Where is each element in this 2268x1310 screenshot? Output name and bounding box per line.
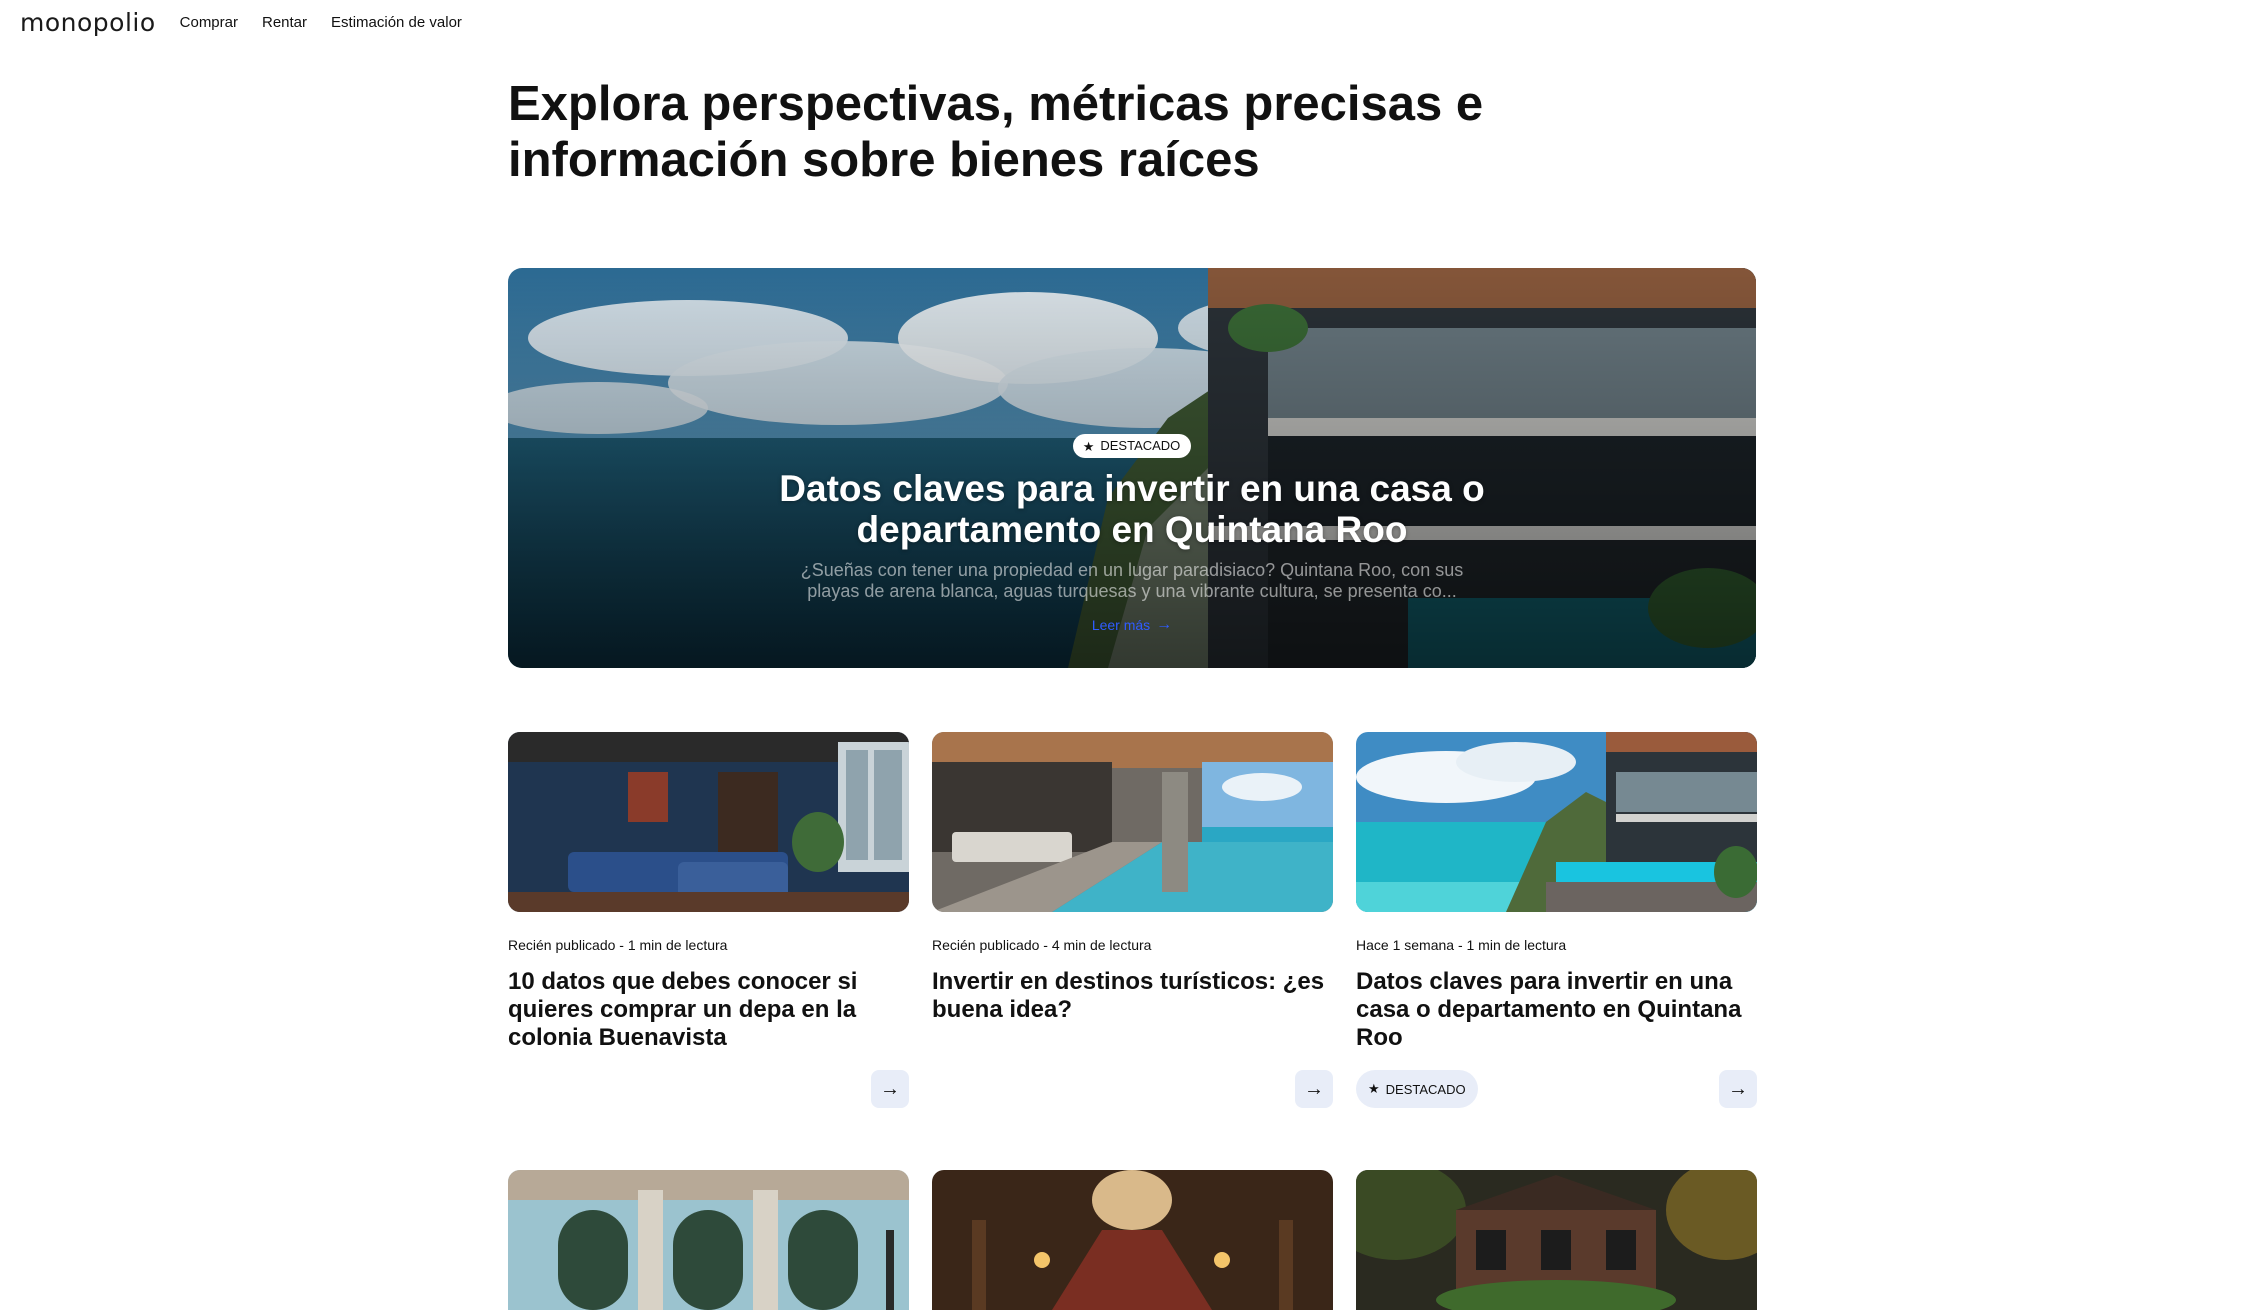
nav-link-rentar[interactable]: Rentar bbox=[262, 15, 307, 30]
article-image bbox=[932, 1170, 1333, 1310]
article-card[interactable]: Hace 1 semana - 1 min de lectura Datos c… bbox=[1356, 732, 1757, 1108]
article-meta: Recién publicado - 4 min de lectura bbox=[932, 937, 1152, 953]
article-card[interactable]: Recién publicado - 4 min de lectura Inve… bbox=[932, 732, 1333, 1108]
article-image bbox=[1356, 1170, 1757, 1310]
nav-link-estimacion[interactable]: Estimación de valor bbox=[331, 15, 462, 30]
article-title[interactable]: Invertir en destinos turísticos: ¿es bue… bbox=[932, 968, 1333, 1024]
arrow-right-icon: → bbox=[1156, 616, 1173, 633]
hero-excerpt: ¿Sueñas con tener una propiedad en un lu… bbox=[800, 560, 1464, 601]
article-image bbox=[1356, 732, 1757, 912]
logo[interactable]: monopolio bbox=[20, 10, 156, 35]
arrow-right-icon: → bbox=[1728, 1077, 1748, 1100]
card-footer: ★ DESTACADO → bbox=[1356, 1070, 1757, 1108]
nav-link-comprar[interactable]: Comprar bbox=[180, 15, 238, 30]
article-image bbox=[508, 732, 909, 912]
read-more-link[interactable]: Leer más → bbox=[1092, 616, 1172, 634]
hero-title[interactable]: Datos claves para invertir en una casa o… bbox=[752, 468, 1512, 550]
arrow-right-icon: → bbox=[880, 1077, 900, 1100]
article-card[interactable] bbox=[508, 1170, 909, 1310]
featured-badge-label: DESTACADO bbox=[1100, 438, 1181, 453]
arrow-right-button[interactable]: → bbox=[1719, 1070, 1757, 1108]
featured-badge: ★ DESTACADO bbox=[1356, 1070, 1478, 1108]
article-title[interactable]: Datos claves para invertir en una casa o… bbox=[1356, 968, 1757, 1052]
top-nav: monopolio Comprar Rentar Estimación de v… bbox=[0, 0, 2268, 44]
article-title[interactable]: 10 datos que debes conocer si quieres co… bbox=[508, 968, 909, 1052]
star-icon: ★ bbox=[1368, 1081, 1380, 1096]
article-image bbox=[508, 1170, 909, 1310]
featured-badge-label: DESTACADO bbox=[1385, 1081, 1466, 1097]
card-footer: → bbox=[508, 1070, 909, 1108]
article-meta: Recién publicado - 1 min de lectura bbox=[508, 937, 728, 953]
article-card[interactable] bbox=[1356, 1170, 1757, 1310]
page-title: Explora perspectivas, métricas precisas … bbox=[508, 77, 1484, 187]
featured-badge: ★ DESTACADO bbox=[1072, 434, 1192, 458]
arrow-right-button[interactable]: → bbox=[1295, 1070, 1333, 1108]
hero-featured-article[interactable]: ★ DESTACADO Datos claves para invertir e… bbox=[508, 268, 1756, 668]
article-meta: Hace 1 semana - 1 min de lectura bbox=[1356, 937, 1567, 953]
arrow-right-icon: → bbox=[1304, 1077, 1324, 1100]
hero-content: ★ DESTACADO Datos claves para invertir e… bbox=[508, 434, 1756, 634]
arrow-right-button[interactable]: → bbox=[871, 1070, 909, 1108]
article-card[interactable]: Recién publicado - 1 min de lectura 10 d… bbox=[508, 732, 909, 1108]
read-more-label: Leer más bbox=[1091, 617, 1151, 633]
article-image bbox=[932, 732, 1333, 912]
star-icon: ★ bbox=[1082, 438, 1095, 454]
card-footer: → bbox=[932, 1070, 1333, 1108]
article-card[interactable] bbox=[932, 1170, 1333, 1310]
